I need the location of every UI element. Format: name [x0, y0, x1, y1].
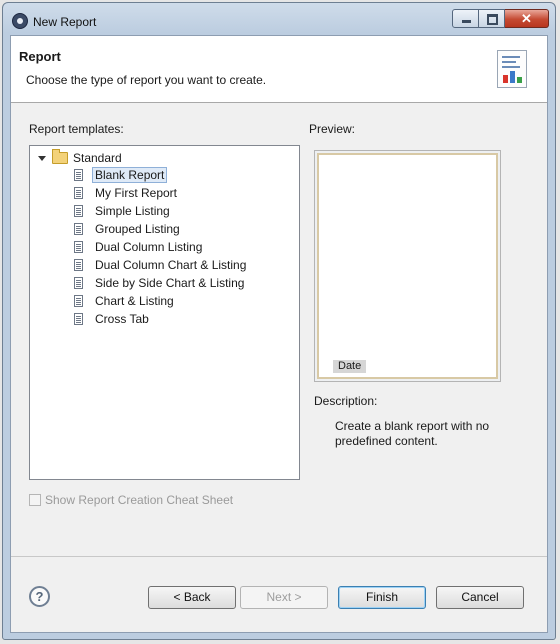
- report-template-icon: [74, 294, 83, 307]
- report-wizard-icon: [497, 50, 527, 88]
- footer-divider: [11, 556, 547, 557]
- report-template-icon: [74, 276, 83, 289]
- tree-item-label: Grouped Listing: [95, 221, 180, 236]
- report-template-icon: [74, 312, 83, 325]
- tree-item-blank-report[interactable]: Blank Report: [74, 166, 168, 183]
- eclipse-app-icon: [12, 13, 28, 29]
- report-template-icon: [74, 186, 83, 199]
- tree-item-side-by-side-chart-listing[interactable]: Side by Side Chart & Listing: [74, 274, 247, 291]
- page-description: Choose the type of report you want to cr…: [26, 73, 267, 87]
- tree-item-simple-listing[interactable]: Simple Listing: [74, 202, 173, 219]
- tree-item-label: Side by Side Chart & Listing: [95, 275, 245, 290]
- cheat-sheet-option: Show Report Creation Cheat Sheet: [29, 492, 233, 508]
- templates-tree[interactable]: Standard Blank Report My First Report Si…: [29, 145, 300, 480]
- wizard-header: Report Choose the type of report you wan…: [11, 36, 547, 103]
- tree-item-label: My First Report: [95, 185, 178, 200]
- folder-open-icon: [52, 149, 68, 164]
- new-report-dialog: New Report ✕ Report Choose the type of r…: [2, 2, 556, 640]
- description-text: Create a blank report with no predefined…: [335, 419, 490, 448]
- expand-triangle-icon[interactable]: [38, 155, 46, 161]
- cheat-sheet-checkbox: [29, 494, 41, 506]
- report-template-icon: [74, 222, 83, 235]
- back-button[interactable]: < Back: [148, 586, 236, 609]
- preview-panel: Date: [314, 150, 501, 382]
- preview-label: Preview:: [309, 122, 356, 136]
- title-bar[interactable]: New Report ✕: [3, 3, 555, 35]
- tree-item-grouped-listing[interactable]: Grouped Listing: [74, 220, 183, 237]
- tree-item-my-first-report[interactable]: My First Report: [74, 184, 180, 201]
- close-icon: ✕: [521, 11, 532, 26]
- tree-item-label: Chart & Listing: [95, 293, 174, 308]
- tree-item-label: Dual Column Chart & Listing: [95, 257, 247, 272]
- cheat-sheet-label: Show Report Creation Cheat Sheet: [45, 493, 234, 507]
- finish-button[interactable]: Finish: [338, 586, 426, 609]
- report-template-icon: [74, 240, 83, 253]
- tree-item-label: Cross Tab: [95, 311, 149, 326]
- tree-folder-label: Standard: [73, 151, 122, 165]
- tree-item-dual-column-listing[interactable]: Dual Column Listing: [74, 238, 205, 255]
- report-template-icon: [74, 258, 83, 271]
- tree-item-cross-tab[interactable]: Cross Tab: [74, 310, 152, 327]
- tree-item-label: Dual Column Listing: [95, 239, 203, 254]
- close-button[interactable]: ✕: [505, 9, 549, 28]
- report-template-icon: [74, 168, 83, 181]
- tree-item-label: Blank Report: [92, 166, 168, 183]
- page-title: Report: [19, 49, 61, 64]
- preview-date-tag: Date: [333, 360, 367, 373]
- report-template-icon: [74, 204, 83, 217]
- window-title: New Report: [33, 15, 97, 29]
- description-label: Description:: [314, 394, 378, 408]
- next-button: Next >: [240, 586, 328, 609]
- tree-item-chart-listing[interactable]: Chart & Listing: [74, 292, 177, 309]
- tree-folder-standard[interactable]: Standard: [38, 149, 122, 166]
- maximize-button[interactable]: [479, 9, 505, 28]
- minimize-button[interactable]: [452, 9, 479, 28]
- templates-label: Report templates:: [29, 122, 124, 136]
- tree-item-dual-column-chart-listing[interactable]: Dual Column Chart & Listing: [74, 256, 249, 273]
- help-icon[interactable]: ?: [29, 586, 50, 607]
- tree-item-label: Simple Listing: [95, 203, 170, 218]
- dialog-body: Report Choose the type of report you wan…: [10, 35, 548, 633]
- preview-page: Date: [317, 153, 498, 379]
- cancel-button[interactable]: Cancel: [436, 586, 524, 609]
